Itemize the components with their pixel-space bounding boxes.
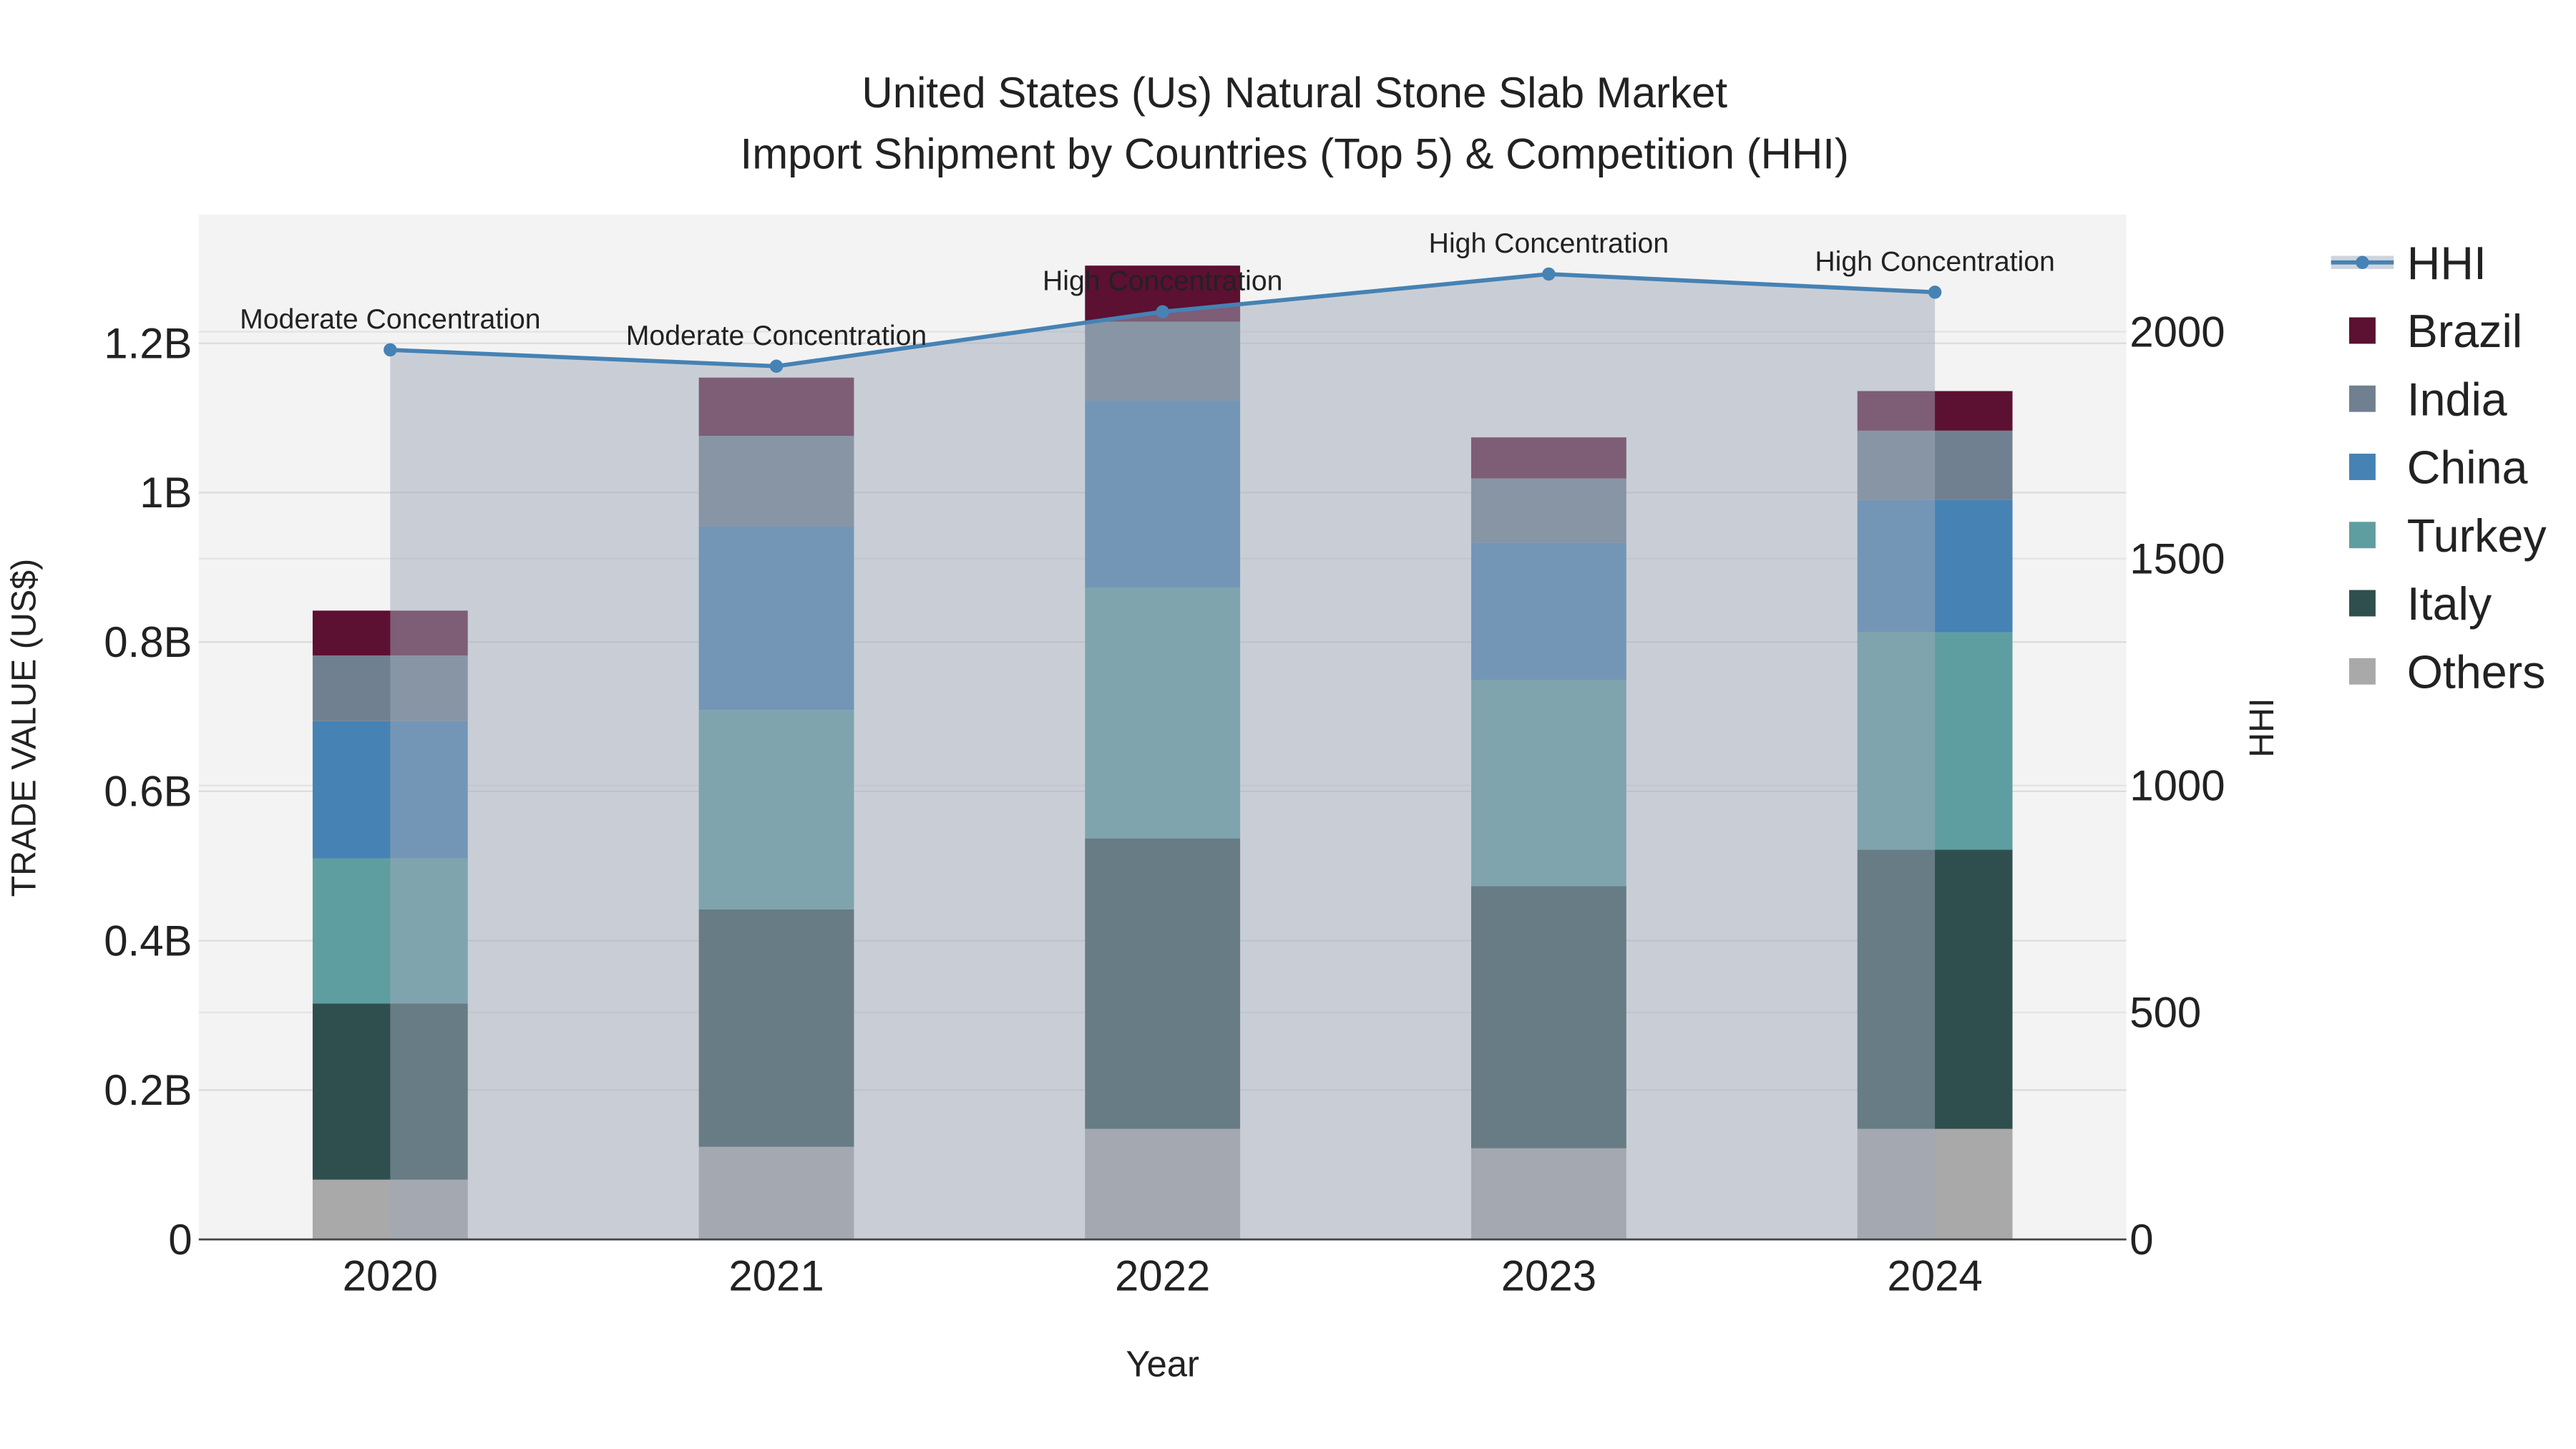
legend-swatch-india [2349, 385, 2376, 412]
hhi-point-2023 [1542, 267, 1556, 281]
legend-label-hhi: HHI [2407, 238, 2487, 289]
y-tick-label: 1.2B [104, 319, 192, 367]
hhi-annotation: High Concentration [1429, 228, 1669, 259]
legend-label-turkey: Turkey [2407, 510, 2547, 562]
y2-axis-label: HHI [2243, 698, 2281, 757]
y-tick-label: 0.6B [104, 768, 192, 816]
y2-tick-label: 0 [2129, 1216, 2153, 1264]
legend-swatch-turkey [2349, 522, 2376, 549]
legend-label-others: Others [2407, 646, 2546, 698]
hhi-area [390, 274, 1936, 1240]
hhi-point-2021 [769, 359, 784, 374]
y-tick-label: 1B [140, 469, 192, 517]
legend-swatch-italy [2349, 590, 2376, 617]
legend-label-brazil: Brazil [2407, 306, 2522, 357]
hhi-annotation: Moderate Concentration [240, 304, 540, 335]
hhi-annotation: High Concentration [1043, 266, 1282, 297]
y2-tick-label: 1000 [2129, 762, 2225, 810]
y-tick-label: 0.2B [104, 1066, 192, 1114]
y-axis-label: TRADE VALUE (US$) [4, 559, 43, 897]
x-axis-label: Year [1126, 1344, 1199, 1385]
y2-tick-label: 2000 [2129, 308, 2225, 356]
x-tick-label: 2023 [1501, 1252, 1596, 1300]
chart-title-line1: United States (Us) Natural Stone Slab Ma… [862, 69, 1727, 117]
legend-label-italy: Italy [2407, 578, 2492, 630]
x-tick-label: 2024 [1887, 1252, 1982, 1300]
chart-title-line2: Import Shipment by Countries (Top 5) & C… [741, 130, 1849, 177]
x-tick-label: 2020 [343, 1252, 438, 1300]
chart: United States (Us) Natural Stone Slab Ma… [4, 69, 2547, 1385]
x-tick-label: 2021 [728, 1252, 824, 1300]
y-tick-label: 0 [168, 1216, 192, 1264]
y-tick-label: 0.8B [104, 618, 192, 666]
legend-swatch-others [2349, 658, 2376, 685]
legend-hhi-marker [2356, 255, 2369, 269]
hhi-point-2024 [1928, 286, 1942, 299]
y2-tick-label: 500 [2129, 989, 2201, 1037]
hhi-point-2020 [384, 343, 397, 357]
legend-label-china: China [2407, 442, 2528, 494]
hhi-point-2022 [1156, 305, 1169, 318]
y2-tick-label: 1500 [2129, 535, 2225, 582]
hhi-annotation: High Concentration [1815, 246, 2054, 277]
hhi-annotation: Moderate Concentration [626, 321, 927, 351]
x-tick-label: 2022 [1115, 1252, 1210, 1300]
legend-swatch-brazil [2349, 317, 2376, 344]
legend-label-india: India [2407, 374, 2507, 425]
y-tick-label: 0.4B [104, 917, 192, 965]
legend-swatch-china [2349, 454, 2376, 480]
